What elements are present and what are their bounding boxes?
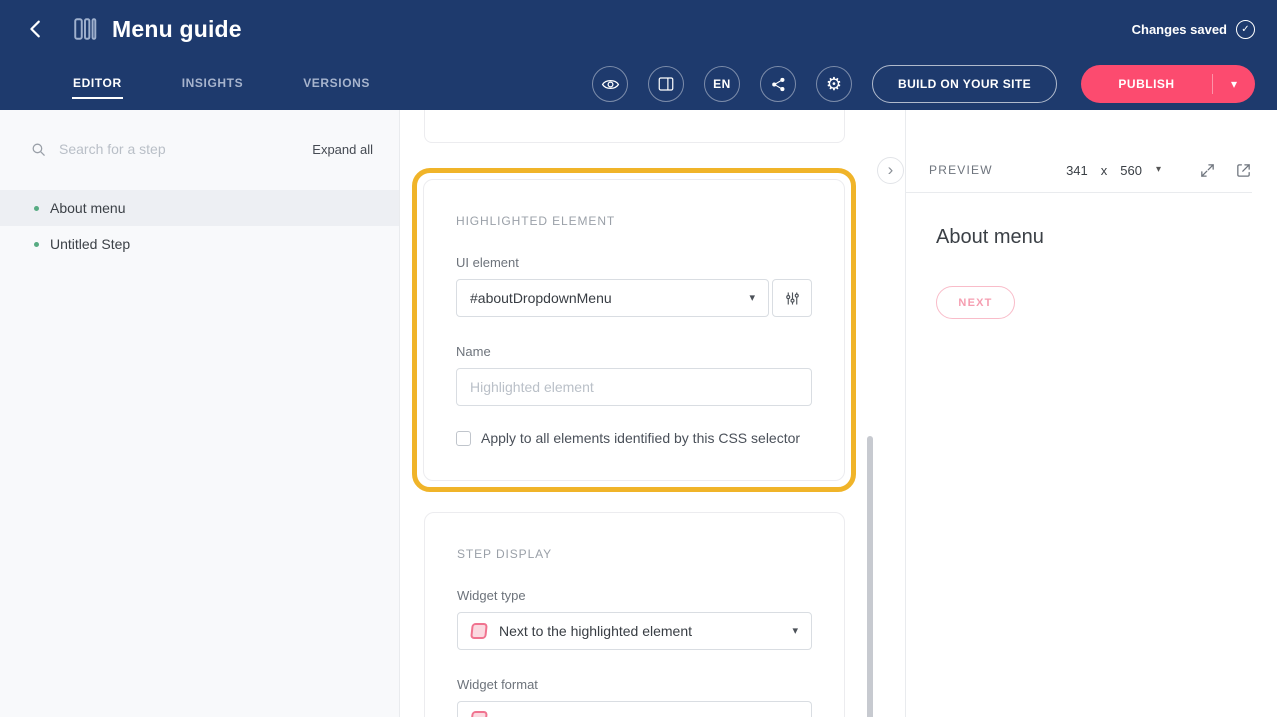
search-input[interactable] — [57, 140, 302, 158]
ui-element-value: #aboutDropdownMenu — [470, 290, 737, 306]
publish-split-button: PUBLISH ▾ — [1081, 65, 1255, 103]
step-display-heading: STEP DISPLAY — [457, 547, 812, 561]
step-item-untitled-step[interactable]: Untitled Step — [0, 226, 399, 262]
chevron-down-icon: ▾ — [749, 293, 755, 304]
language-code-label: EN — [713, 77, 731, 91]
publish-dropdown-button[interactable]: ▾ — [1213, 65, 1255, 103]
back-button[interactable] — [20, 13, 52, 45]
step-bullet-icon — [34, 206, 39, 211]
highlighted-element-heading: HIGHLIGHTED ELEMENT — [456, 214, 812, 228]
widget-format-label: Widget format — [457, 677, 812, 692]
preview-height-value: 560 — [1120, 163, 1142, 178]
highlighted-element-card: HIGHLIGHTED ELEMENT UI element #aboutDro… — [423, 179, 845, 481]
widget-tooltip-icon — [470, 711, 488, 717]
step-bullet-icon — [34, 242, 39, 247]
apply-all-checkbox[interactable] — [456, 431, 471, 446]
collapse-preview-button[interactable]: › — [877, 157, 904, 184]
main-tabs: EDITOR INSIGHTS VERSIONS — [72, 70, 371, 99]
open-in-new-tab-button[interactable] — [1235, 162, 1252, 179]
search-icon — [30, 141, 47, 158]
widget-type-select[interactable]: Next to the highlighted element ▾ — [457, 612, 812, 650]
chevron-down-icon: ▾ — [1231, 77, 1237, 91]
apply-all-row: Apply to all elements identified by this… — [456, 430, 812, 446]
open-in-new-icon — [1235, 162, 1252, 179]
share-icon — [770, 76, 787, 93]
preview-size-separator: x — [1101, 163, 1108, 178]
ui-element-label: UI element — [456, 255, 812, 270]
preview-fullscreen-button[interactable] — [1199, 162, 1216, 179]
tab-editor[interactable]: EDITOR — [72, 70, 123, 99]
changes-saved-status: Changes saved ✓ — [1132, 20, 1255, 39]
element-name-input[interactable] — [456, 368, 812, 406]
layout-panel-button[interactable] — [648, 66, 684, 102]
tab-versions[interactable]: VERSIONS — [302, 70, 371, 99]
expand-icon — [1199, 162, 1216, 179]
ui-element-select[interactable]: #aboutDropdownMenu ▾ — [456, 279, 769, 317]
preview-size-select[interactable]: 341 x 560 ▾ — [1066, 163, 1161, 178]
widget-format-select[interactable] — [457, 701, 812, 717]
expand-all-link[interactable]: Expand all — [312, 142, 373, 157]
preview-body: About menu NEXT — [906, 193, 1277, 319]
publish-button[interactable]: PUBLISH — [1081, 65, 1212, 103]
changes-saved-label: Changes saved — [1132, 22, 1227, 37]
chevron-down-icon: ▾ — [1156, 165, 1161, 175]
ui-element-row: #aboutDropdownMenu ▾ — [456, 279, 812, 317]
preview-panel: PREVIEW 341 x 560 ▾ — [905, 110, 1277, 717]
title-row: Menu guide Changes saved ✓ — [0, 0, 1277, 58]
step-list: About menu Untitled Step — [0, 190, 399, 262]
step-label: Untitled Step — [50, 236, 130, 252]
content-area: Expand all About menu Untitled Step HIGH… — [0, 110, 1277, 717]
step-item-about-menu[interactable]: About menu — [0, 190, 399, 226]
preview-header: PREVIEW 341 x 560 ▾ — [906, 148, 1252, 193]
apply-all-label: Apply to all elements identified by this… — [481, 430, 800, 446]
preview-step-title: About menu — [936, 226, 1277, 249]
previous-settings-card — [424, 110, 845, 143]
eye-icon — [601, 75, 620, 94]
tab-insights[interactable]: INSIGHTS — [181, 70, 244, 99]
widget-tooltip-icon — [470, 623, 488, 639]
preview-eye-button[interactable] — [592, 66, 628, 102]
chevron-down-icon: ▾ — [792, 626, 798, 637]
build-on-your-site-button[interactable]: BUILD ON YOUR SITE — [872, 65, 1057, 103]
name-label: Name — [456, 344, 812, 359]
top-bar: Menu guide Changes saved ✓ EDITOR INSIGH… — [0, 0, 1277, 110]
selection-highlight-border: HIGHLIGHTED ELEMENT UI element #aboutDro… — [412, 168, 856, 492]
element-advanced-settings-button[interactable] — [772, 279, 812, 317]
layout-panel-icon — [657, 75, 675, 93]
step-label: About menu — [50, 200, 126, 216]
widget-type-label: Widget type — [457, 588, 812, 603]
gear-icon: ⚙ — [826, 75, 842, 93]
page-title: Menu guide — [112, 16, 242, 43]
chevron-right-icon: › — [888, 161, 894, 178]
check-circle-icon: ✓ — [1236, 20, 1255, 39]
widget-type-value: Next to the highlighted element — [499, 623, 780, 639]
editor-scrollbar-thumb[interactable] — [867, 436, 873, 717]
preview-width-value: 341 — [1066, 163, 1088, 178]
settings-button[interactable]: ⚙ — [816, 66, 852, 102]
step-search-row: Expand all — [0, 110, 399, 158]
preview-label: PREVIEW — [929, 163, 993, 177]
back-arrow-icon — [25, 18, 47, 40]
toolbar-row: EDITOR INSIGHTS VERSIONS EN — [0, 58, 1277, 110]
steps-sidebar: Expand all About menu Untitled Step — [0, 110, 400, 717]
guide-type-icon — [72, 16, 98, 42]
preview-next-button[interactable]: NEXT — [936, 286, 1015, 319]
language-button[interactable]: EN — [704, 66, 740, 102]
sliders-icon — [784, 290, 801, 307]
step-editor: HIGHLIGHTED ELEMENT UI element #aboutDro… — [400, 110, 905, 717]
share-button[interactable] — [760, 66, 796, 102]
step-display-card: STEP DISPLAY Widget type Next to the hig… — [424, 512, 845, 717]
